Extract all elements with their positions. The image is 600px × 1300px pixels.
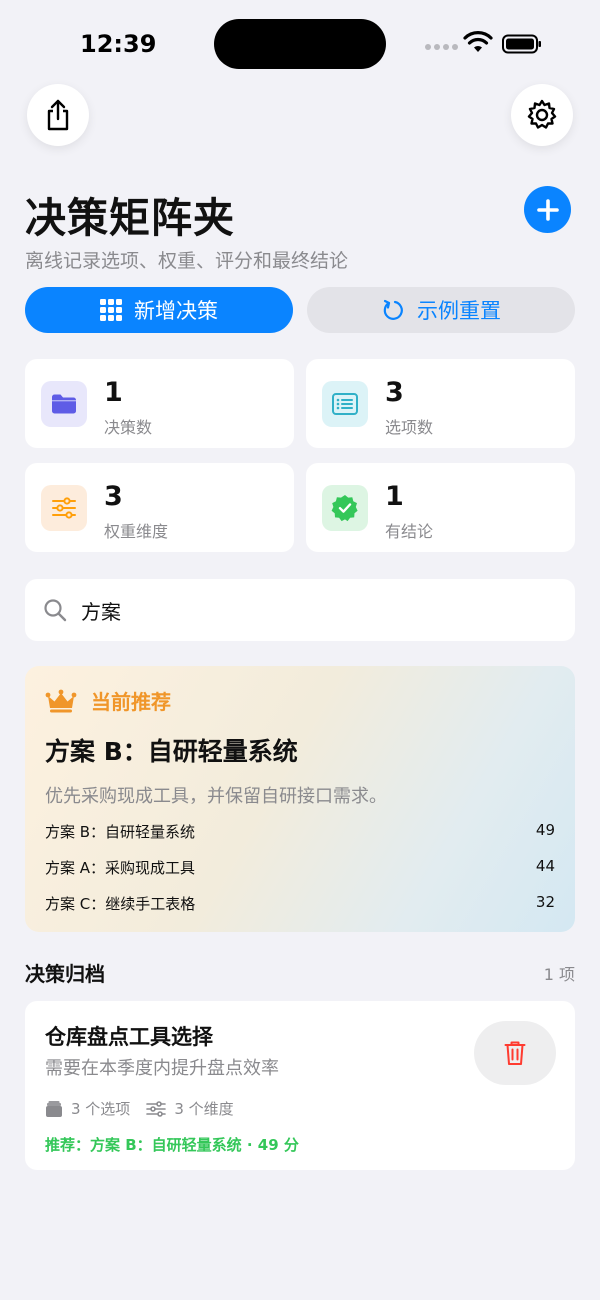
decision-card[interactable]: 仓库盘点工具选择 需要在本季度内提升盘点效率 3 个选项 3 个维度 推荐：方案…	[25, 1001, 575, 1170]
stat-value: 1	[385, 481, 404, 512]
recommendation-header: 当前推荐	[45, 686, 171, 715]
ranking-row: 方案 C：继续手工表格 32	[45, 893, 555, 914]
recommendation-label: 当前推荐	[91, 690, 171, 714]
ranking-score: 32	[535, 893, 555, 911]
delete-decision-button[interactable]	[474, 1021, 556, 1085]
dynamic-island	[214, 19, 386, 69]
stat-label: 决策数	[104, 418, 153, 437]
decision-dimensions-count: 3 个维度	[174, 1100, 234, 1118]
share-icon	[47, 99, 69, 131]
ranking-option-name: 方案 C：继续手工表格	[45, 895, 196, 913]
reset-icon	[383, 299, 403, 320]
decision-description: 需要在本季度内提升盘点效率	[45, 1058, 279, 1079]
ranking-option-name: 方案 A：采购现成工具	[45, 859, 196, 877]
stat-card-options: 3 选项数	[306, 359, 575, 448]
stat-label: 有结论	[385, 522, 434, 541]
add-decision-button[interactable]	[524, 186, 571, 233]
stat-value: 3	[385, 377, 404, 408]
recommendation-title: 方案 B：自研轻量系统	[45, 737, 298, 766]
search-icon	[44, 599, 67, 622]
ranking-row: 方案 A：采购现成工具 44	[45, 857, 555, 878]
status-bar: 12:39	[0, 0, 600, 90]
sliders-icon	[41, 485, 87, 531]
stat-card-dimensions: 3 权重维度	[25, 463, 294, 552]
settings-button[interactable]	[511, 84, 573, 146]
reset-sample-label: 示例重置	[417, 299, 501, 323]
stat-card-decisions: 1 决策数	[25, 359, 294, 448]
folder-icon	[41, 381, 87, 427]
ranking-option-name: 方案 B：自研轻量系统	[45, 823, 196, 841]
archive-count: 1 项	[543, 965, 575, 984]
grid-icon	[100, 299, 122, 321]
search-bar	[25, 579, 575, 641]
list-icon	[322, 381, 368, 427]
crown-icon	[45, 689, 77, 712]
decision-meta: 3 个选项 3 个维度	[45, 1098, 234, 1119]
battery-icon	[502, 34, 541, 54]
stat-label: 权重维度	[104, 522, 169, 541]
new-decision-button[interactable]: 新增决策	[25, 287, 293, 333]
stat-label: 选项数	[385, 418, 434, 437]
archive-section-title: 决策归档	[25, 962, 105, 986]
trash-icon	[504, 1041, 526, 1065]
stat-value: 3	[104, 481, 123, 512]
verified-badge-icon	[322, 485, 368, 531]
page-title: 决策矩阵夹	[25, 194, 235, 242]
page-subtitle: 离线记录选项、权重、评分和最终结论	[25, 250, 349, 272]
recommendation-description: 优先采购现成工具，并保留自研接口需求。	[45, 786, 387, 807]
decision-title: 仓库盘点工具选择	[45, 1025, 213, 1049]
ranking-score: 49	[535, 821, 555, 839]
share-button[interactable]	[27, 84, 89, 146]
decision-recommendation: 推荐：方案 B：自研轻量系统 · 49 分	[45, 1136, 299, 1154]
ranking-row: 方案 B：自研轻量系统 49	[45, 821, 555, 842]
stack-icon	[46, 1100, 62, 1117]
ranking-score: 44	[535, 857, 555, 875]
status-time: 12:39	[80, 30, 157, 58]
reset-sample-button[interactable]: 示例重置	[307, 287, 575, 333]
recommendation-card[interactable]: 当前推荐 方案 B：自研轻量系统 优先采购现成工具，并保留自研接口需求。 方案 …	[25, 666, 575, 932]
decision-options-count: 3 个选项	[71, 1100, 131, 1118]
stat-card-concluded: 1 有结论	[306, 463, 575, 552]
plus-icon	[536, 198, 559, 221]
wifi-icon	[463, 31, 493, 52]
gear-icon	[527, 99, 557, 129]
search-input[interactable]	[81, 592, 551, 628]
stat-value: 1	[104, 377, 123, 408]
new-decision-label: 新增决策	[134, 299, 218, 323]
sliders-icon	[146, 1100, 167, 1117]
cellular-signal-icon	[425, 44, 458, 50]
